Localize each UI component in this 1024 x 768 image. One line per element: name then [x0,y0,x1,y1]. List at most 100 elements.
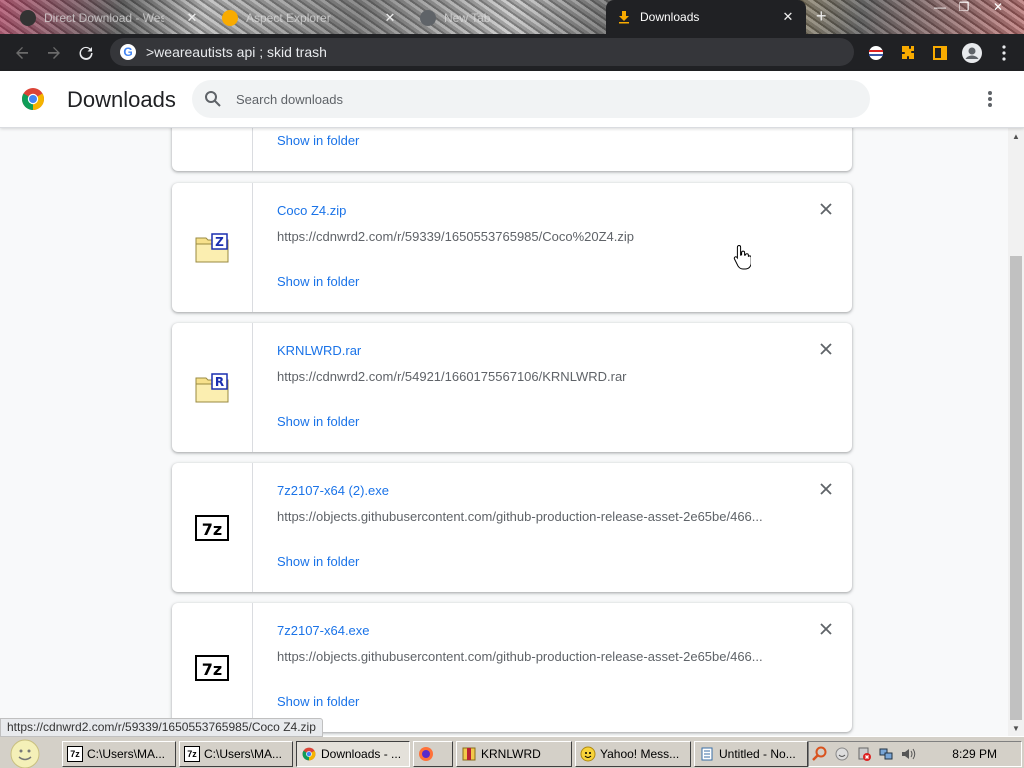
tab-title: Direct Download - Wes [44,11,164,25]
show-in-folder-link[interactable]: Show in folder [277,694,359,709]
notepad-icon [699,746,715,762]
taskbar-button-firefox[interactable] [413,741,453,767]
windows-taskbar: 7z C:\Users\MA... 7z C:\Users\MA... Down… [0,736,1024,768]
taskbar-button-yahoo-messenger[interactable]: Yahoo! Mess... [575,741,691,767]
page-title: Downloads [67,87,176,112]
remove-download-icon[interactable] [818,201,834,217]
taskbar-button-notepad[interactable]: Untitled - No... [694,741,808,767]
taskbar-button-explorer-2[interactable]: 7z C:\Users\MA... [179,741,293,767]
extension-flag-icon[interactable] [860,37,892,69]
close-tab-icon[interactable]: ✕ [382,10,398,26]
network-tray-icon[interactable] [875,744,897,764]
back-arrow-icon[interactable] [6,37,38,69]
show-in-folder-link[interactable]: Show in folder [277,133,359,148]
tab-strip: Direct Download - Wes ✕ Aspect Explorer … [0,0,1024,34]
taskbar-clock[interactable]: 8:29 PM [952,747,997,761]
tab-direct-download[interactable]: Direct Download - Wes ✕ [10,2,210,34]
hand-cursor-icon [733,244,751,270]
website-favicon-icon [222,10,238,26]
volume-tray-icon[interactable] [897,744,919,764]
close-window-icon[interactable]: ✕ [986,0,1010,18]
taskbar-button-label: KRNLWRD [481,747,541,761]
scroll-up-arrow-icon[interactable]: ▲ [1008,128,1024,144]
scrollbar-thumb[interactable] [1010,256,1022,720]
remove-download-icon[interactable] [818,341,834,357]
extensions-puzzle-icon[interactable] [892,37,924,69]
forward-arrow-icon[interactable] [38,37,70,69]
scroll-down-arrow-icon[interactable]: ▼ [1008,720,1024,736]
taskbar-button-krnlwrd[interactable]: KRNLWRD [456,741,572,767]
system-tray: 8:29 PM [808,741,1022,767]
file-icon-column [172,128,253,171]
profile-avatar-icon[interactable] [956,37,988,69]
zip-icon: Z [195,233,229,263]
tab-aspect-explorer[interactable]: Aspect Explorer ✕ [212,2,408,34]
address-bar[interactable]: G >weareautists api ; skid trash [110,38,854,66]
taskbar-button-explorer-1[interactable]: 7z C:\Users\MA... [62,741,176,767]
remove-download-icon[interactable] [818,481,834,497]
tab-title: New Tab [444,11,491,25]
more-actions-icon[interactable] [982,89,998,109]
svg-text:7z: 7z [202,520,222,539]
close-tab-icon[interactable]: ✕ [184,10,200,26]
address-bar-text: >weareautists api ; skid trash [146,44,327,60]
taskbar-button-label: Untitled - No... [719,747,796,761]
show-in-folder-link[interactable]: Show in folder [277,274,359,289]
file-url[interactable]: https://cdnwrd2.com/r/59339/165055376598… [277,229,777,244]
reload-icon[interactable] [70,37,102,69]
taskbar-button-chrome[interactable]: Downloads - ... [296,741,410,767]
taskbar-button-label: Downloads - ... [321,747,402,761]
new-tab-button[interactable]: + [816,6,827,27]
magnifier-tray-icon[interactable] [809,744,831,764]
file-name-link[interactable]: 7z2107-x64.exe [277,623,370,638]
tab-downloads[interactable]: Downloads ✕ [606,0,806,34]
file-icon-column: R [172,323,253,452]
chrome-menu-icon[interactable] [988,37,1020,69]
7zip-icon: 7z [67,746,83,762]
close-tab-icon[interactable]: ✕ [780,9,796,25]
minimize-icon[interactable]: — [928,0,952,18]
file-url[interactable]: https://objects.githubusercontent.com/gi… [277,509,777,524]
yahoo-messenger-icon [580,746,596,762]
remove-download-icon[interactable] [818,621,834,637]
browser-toolbar: G >weareautists api ; skid trash [0,34,1024,71]
restore-icon[interactable]: ❐ [952,0,976,18]
taskbar-button-label: C:\Users\MA... [204,747,283,761]
file-icon-column: 7z [172,463,253,592]
search-downloads-box[interactable] [192,80,870,118]
file-icon-column: 7z [172,603,253,732]
messenger-tray-icon[interactable] [831,744,853,764]
download-card: 7z 7z2107-x64 (2).exe https://objects.gi… [172,463,852,592]
start-button[interactable] [4,739,48,768]
7zip-icon: 7z [184,746,200,762]
security-alert-tray-icon[interactable] [853,744,875,764]
chrome-logo-icon [22,88,44,110]
download-card: Show in folder [172,128,852,171]
website-favicon-icon [20,10,36,26]
file-name-link[interactable]: KRNLWRD.rar [277,343,361,358]
7zip-icon: 7z [195,515,229,541]
downloads-list: Show in folder Z Coco Z4.zip https://cdn… [0,128,1008,736]
github-favicon-icon [420,10,436,26]
file-url[interactable]: https://objects.githubusercontent.com/gi… [277,649,777,664]
show-in-folder-link[interactable]: Show in folder [277,414,359,429]
svg-text:7z: 7z [202,660,222,679]
downloads-header: Downloads [0,71,1024,128]
file-name-link[interactable]: 7z2107-x64 (2).exe [277,483,389,498]
search-input[interactable] [236,91,836,107]
tab-new-tab[interactable]: New Tab [410,2,606,34]
firefox-icon [418,746,434,762]
svg-text:R: R [215,375,224,389]
side-panel-icon[interactable] [924,37,956,69]
taskbar-button-label: C:\Users\MA... [87,747,166,761]
download-card: 7z 7z2107-x64.exe https://objects.github… [172,603,852,732]
taskbar-button-label: Yahoo! Mess... [600,747,680,761]
show-in-folder-link[interactable]: Show in folder [277,554,359,569]
file-icon-column: Z [172,183,253,312]
file-url[interactable]: https://cdnwrd2.com/r/54921/166017556710… [277,369,777,384]
download-favicon-icon [616,9,632,25]
smiley-start-icon [10,739,40,768]
file-name-link[interactable]: Coco Z4.zip [277,203,346,218]
search-icon [205,91,221,107]
page-scrollbar[interactable]: ▲ ▼ [1008,128,1024,736]
